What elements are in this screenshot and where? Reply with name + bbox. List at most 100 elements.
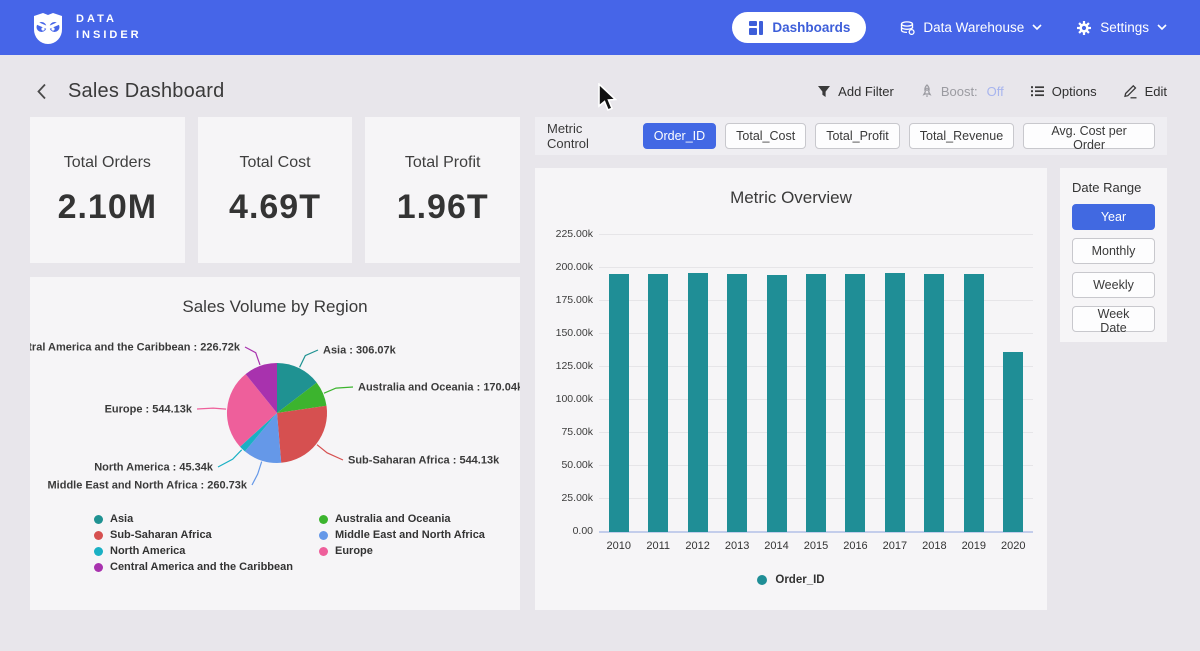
add-filter-label: Add Filter (838, 84, 894, 99)
y-tick-label: 225.00k (537, 228, 593, 240)
x-tick-label: 2014 (757, 540, 796, 552)
kpi-card-total-orders: Total Orders 2.10M (30, 117, 185, 263)
back-button[interactable] (30, 79, 54, 103)
kpi-value: 1.96T (397, 188, 489, 227)
bar-2016[interactable] (845, 274, 865, 532)
date-range-option-year[interactable]: Year (1072, 204, 1155, 230)
legend-label: Europe (335, 545, 373, 557)
pie-legend-item-australia-and-oceania[interactable]: Australia and Oceania (319, 511, 485, 527)
pie-label-sub-saharan-africa: Sub-Saharan Africa : 544.13k (348, 455, 500, 467)
x-tick-label: 2011 (638, 540, 677, 552)
add-filter-button[interactable]: Add Filter (817, 84, 894, 99)
legend-label: Sub-Saharan Africa (110, 529, 212, 541)
pie-leader-line (218, 450, 242, 467)
pie-legend-item-middle-east-and-north-africa[interactable]: Middle East and North Africa (319, 527, 485, 543)
options-list-icon (1030, 84, 1045, 98)
pie-legend-item-central-america-and-the-caribbean[interactable]: Central America and the Caribbean (94, 559, 293, 575)
bar-chart-plot: 0.0025.00k50.00k75.00k100.00k125.00k150.… (599, 234, 1033, 532)
metric-control-bar: Metric Control Order_ID Total_Cost Total_P… (535, 117, 1167, 155)
bar-2018[interactable] (924, 274, 944, 532)
kpi-label: Total Profit (405, 154, 481, 172)
x-tick-label: 2018 (915, 540, 954, 552)
back-chevron-icon (37, 83, 47, 100)
bar-2015[interactable] (806, 274, 826, 532)
options-label: Options (1052, 84, 1097, 99)
database-icon (900, 21, 915, 35)
pie-legend-item-europe[interactable]: Europe (319, 543, 485, 559)
date-range-panel: Date Range Year Monthly Weekly Week Date (1060, 168, 1167, 342)
x-tick-label: 2019 (954, 540, 993, 552)
legend-label: Central America and the Caribbean (110, 561, 293, 573)
x-tick-label: 2012 (678, 540, 717, 552)
pie-chart: Asia : 306.07kAustralia and Oceania : 17… (30, 323, 520, 501)
nav-settings-label: Settings (1100, 20, 1149, 35)
pie-leader-line (252, 462, 262, 485)
bar-2019[interactable] (964, 274, 984, 533)
bar-2017[interactable] (885, 273, 905, 532)
y-tick-label: 75.00k (537, 426, 593, 438)
boost-toggle[interactable]: Boost:Off (920, 84, 1004, 99)
legend-dot (319, 531, 328, 540)
metric-control-options: Order_ID Total_Cost Total_Profit Total_Reve… (643, 123, 1155, 149)
pie-legend: Asia Sub-Saharan Africa North America Centr… (94, 511, 485, 575)
y-tick-label: 150.00k (537, 327, 593, 339)
bar-chart-card: Metric Overview 0.0025.00k50.00k75.00k10… (535, 168, 1047, 610)
metric-option-total-profit[interactable]: Total_Profit (815, 123, 900, 149)
gear-icon (1076, 20, 1092, 36)
date-range-label: Date Range (1072, 180, 1155, 195)
pie-legend-item-sub-saharan-africa[interactable]: Sub-Saharan Africa (94, 527, 293, 543)
dashboards-grid-icon (748, 20, 764, 36)
nav-data-warehouse[interactable]: Data Warehouse (900, 20, 1042, 35)
date-range-option-weekly[interactable]: Weekly (1072, 272, 1155, 298)
pie-legend-item-north-america[interactable]: North America (94, 543, 293, 559)
pie-leader-line (317, 445, 343, 460)
y-tick-label: 25.00k (537, 492, 593, 504)
y-tick-label: 125.00k (537, 360, 593, 372)
pie-slice-sub-saharan-africa[interactable] (277, 406, 327, 463)
edit-pencil-icon (1123, 84, 1138, 99)
bar-2013[interactable] (727, 274, 747, 532)
legend-label: Asia (110, 513, 133, 525)
nav-dashboards-label: Dashboards (772, 20, 850, 35)
chevron-down-icon (1032, 24, 1042, 31)
date-range-option-week-date[interactable]: Week Date (1072, 306, 1155, 332)
nav-settings[interactable]: Settings (1076, 20, 1167, 36)
kpi-value: 2.10M (58, 188, 158, 227)
bar-chart-title: Metric Overview (535, 168, 1047, 208)
date-range-options: Year Monthly Weekly Week Date (1072, 204, 1155, 332)
legend-dot (319, 515, 328, 524)
pie-chart-title: Sales Volume by Region (30, 277, 520, 317)
y-tick-label: 50.00k (537, 459, 593, 471)
x-tick-label: 2017 (875, 540, 914, 552)
app-logo: DATA INSIDER (30, 10, 142, 46)
pie-legend-item-asia[interactable]: Asia (94, 511, 293, 527)
bar-2020[interactable] (1003, 352, 1023, 532)
legend-label: Order_ID (775, 574, 824, 586)
y-tick-label: 200.00k (537, 261, 593, 273)
bar-2014[interactable] (767, 275, 787, 533)
metric-option-total-revenue[interactable]: Total_Revenue (909, 123, 1014, 149)
metric-option-avg-cost-per-order[interactable]: Avg. Cost per Order (1023, 123, 1155, 149)
pie-label-central-america-and-the-caribbean: Central America and the Caribbean : 226.… (30, 342, 241, 354)
metric-option-total-cost[interactable]: Total_Cost (725, 123, 806, 149)
y-tick-label: 0.00 (537, 525, 593, 537)
y-tick-label: 100.00k (537, 393, 593, 405)
legend-dot (94, 515, 103, 524)
pie-label-north-america: North America : 45.34k (94, 462, 214, 474)
bar-2010[interactable] (609, 274, 629, 532)
nav-dashboards-button[interactable]: Dashboards (732, 12, 866, 43)
kpi-card-total-cost: Total Cost 4.69T (198, 117, 353, 263)
bar-chart-x-axis: 2010201120122013201420152016201720182019… (599, 540, 1033, 552)
options-button[interactable]: Options (1030, 84, 1097, 99)
x-tick-label: 2013 (717, 540, 756, 552)
chevron-down-icon (1157, 24, 1167, 31)
legend-dot (94, 547, 103, 556)
boost-label: Boost: (941, 84, 978, 99)
metric-control-label: Metric Control (547, 121, 628, 151)
bar-chart-legend[interactable]: Order_ID (535, 574, 1047, 586)
bar-2011[interactable] (648, 274, 668, 532)
date-range-option-monthly[interactable]: Monthly (1072, 238, 1155, 264)
metric-option-order-id[interactable]: Order_ID (643, 123, 716, 149)
bar-2012[interactable] (688, 273, 708, 533)
edit-button[interactable]: Edit (1123, 84, 1167, 99)
